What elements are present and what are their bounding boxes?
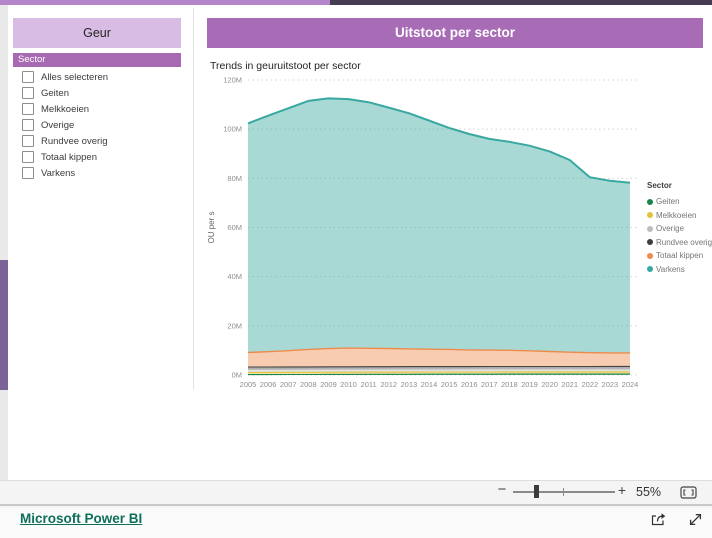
fullscreen-expand-icon[interactable] — [688, 512, 703, 527]
checkbox-label: Melkkoeien — [41, 104, 89, 115]
x-tick-label: 2021 — [561, 380, 578, 389]
checkbox-geiten[interactable] — [22, 87, 34, 99]
legend-dot-icon — [647, 253, 653, 259]
x-tick-label: 2014 — [421, 380, 438, 389]
y-tick-label: 120M — [223, 76, 242, 85]
x-tick-label: 2015 — [441, 380, 458, 389]
legend-dot-icon — [647, 212, 653, 218]
legend-dot-icon — [647, 239, 653, 245]
legend-dot-icon — [647, 266, 653, 272]
checkbox-item-melkkoeien[interactable]: Melkkoeien — [22, 102, 89, 116]
filter-field-header[interactable]: Sector — [13, 53, 181, 67]
powerbi-brand-link[interactable]: Microsoft Power BI — [20, 511, 142, 526]
checkbox-item-varkens[interactable]: Varkens — [22, 166, 75, 180]
legend-item-totaal-kippen[interactable]: Totaal kippen — [647, 249, 711, 263]
legend-item-varkens[interactable]: Varkens — [647, 263, 711, 277]
checkbox-label: Alles selecteren — [41, 72, 108, 83]
checkbox-item-totaal-kippen[interactable]: Totaal kippen — [22, 150, 97, 164]
checkbox-item-geiten[interactable]: Geiten — [22, 86, 69, 100]
checkbox-item-alles-selecteren[interactable]: Alles selecteren — [22, 70, 108, 84]
x-tick-label: 2022 — [581, 380, 598, 389]
legend-dot-icon — [647, 199, 653, 205]
area-series-varkens[interactable] — [248, 98, 630, 353]
x-tick-label: 2024 — [622, 380, 639, 389]
checkbox-label: Rundvee overig — [41, 136, 108, 147]
vertical-scrollbar-track[interactable] — [0, 5, 8, 480]
y-tick-label: 20M — [227, 321, 242, 330]
checkbox-label: Overige — [41, 120, 74, 131]
zoom-slider-midpoint-tick — [563, 488, 564, 496]
area-line-overige — [248, 369, 630, 370]
checkbox-melkkoeien[interactable] — [22, 103, 34, 115]
x-tick-label: 2010 — [340, 380, 357, 389]
legend-label: Totaal kippen — [656, 251, 703, 260]
zoom-in-button[interactable]: + — [616, 482, 628, 498]
stacked-area-chart[interactable]: 0M20M40M60M80M100M120M200520062007200820… — [205, 55, 710, 400]
x-tick-label: 2005 — [240, 380, 257, 389]
legend-label: Melkkoeien — [656, 211, 696, 220]
checkbox-label: Varkens — [41, 168, 75, 179]
filter-pane-title: Geur — [13, 18, 181, 48]
y-axis-title: OU per s — [207, 211, 216, 243]
checkbox-totaal-kippen[interactable] — [22, 151, 34, 163]
legend-label: Geiten — [656, 197, 680, 206]
checkbox-item-rundvee-overig[interactable]: Rundvee overig — [22, 134, 108, 148]
legend-item-geiten[interactable]: Geiten — [647, 195, 711, 209]
area-line-geiten — [248, 374, 630, 375]
share-icon[interactable] — [650, 511, 667, 527]
legend-item-melkkoeien[interactable]: Melkkoeien — [647, 209, 711, 223]
vertical-scrollbar-thumb[interactable] — [0, 260, 8, 390]
checkbox-rundvee-overig[interactable] — [22, 135, 34, 147]
fit-to-width-icon[interactable] — [680, 486, 697, 499]
x-tick-label: 2018 — [501, 380, 518, 389]
checkbox-overige[interactable] — [22, 119, 34, 131]
x-tick-label: 2023 — [602, 380, 619, 389]
x-tick-label: 2020 — [541, 380, 558, 389]
chart-panel-header: Uitstoot per sector — [207, 18, 703, 48]
x-tick-label: 2008 — [300, 380, 317, 389]
pane-separator — [193, 8, 194, 390]
x-tick-label: 2019 — [521, 380, 538, 389]
zoom-out-button[interactable]: − — [496, 481, 508, 498]
y-tick-label: 80M — [227, 174, 242, 183]
x-tick-label: 2011 — [361, 380, 377, 389]
checkbox-item-overige[interactable]: Overige — [22, 118, 74, 132]
checkbox-label: Totaal kippen — [41, 152, 97, 163]
x-tick-label: 2006 — [260, 380, 277, 389]
checkbox-label: Geiten — [41, 88, 69, 99]
chart-legend: Sector Geiten Melkkoeien Overige Rundvee ov… — [647, 181, 711, 276]
legend-title: Sector — [647, 181, 711, 190]
legend-label: Rundvee overig — [656, 238, 712, 247]
x-tick-label: 2012 — [380, 380, 397, 389]
legend-label: Overige — [656, 224, 684, 233]
x-tick-label: 2009 — [320, 380, 337, 389]
y-tick-label: 100M — [223, 125, 242, 134]
zoom-slider-track[interactable] — [513, 491, 615, 493]
area-line-melkkoeien — [248, 372, 630, 373]
zoom-level-value: 55% — [636, 485, 661, 499]
y-tick-label: 60M — [227, 223, 242, 232]
x-tick-label: 2013 — [400, 380, 417, 389]
x-tick-label: 2017 — [481, 380, 498, 389]
area-line-rundvee-overig — [248, 366, 630, 367]
y-tick-label: 0M — [232, 371, 242, 380]
legend-label: Varkens — [656, 265, 685, 274]
checkbox-varkens[interactable] — [22, 167, 34, 179]
legend-dot-icon — [647, 226, 653, 232]
x-tick-label: 2016 — [461, 380, 478, 389]
y-tick-label: 40M — [227, 272, 242, 281]
checkbox-alles-selecteren[interactable] — [22, 71, 34, 83]
legend-item-overige[interactable]: Overige — [647, 222, 711, 236]
legend-item-rundvee-overig[interactable]: Rundvee overig — [647, 236, 711, 250]
zoom-slider-handle[interactable] — [534, 485, 539, 498]
x-tick-label: 2007 — [280, 380, 297, 389]
